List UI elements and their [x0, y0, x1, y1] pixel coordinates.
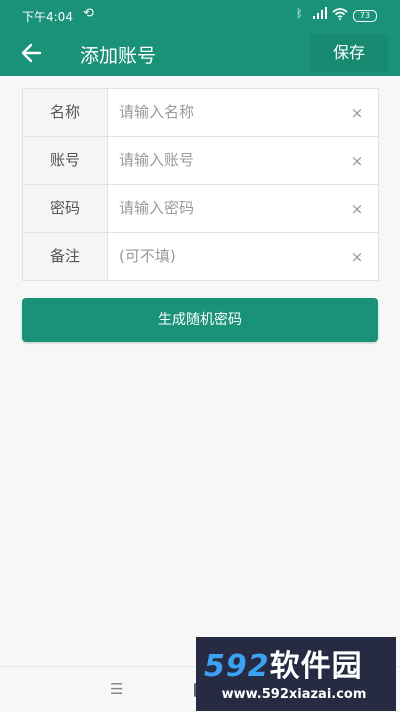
note-label: 备注: [23, 233, 108, 280]
bluetooth-icon: ᛒ: [296, 7, 303, 20]
password-input[interactable]: [119, 195, 339, 221]
clear-icon[interactable]: ×: [345, 245, 369, 269]
generate-password-button[interactable]: 生成随机密码: [22, 298, 378, 342]
signal-icon: [313, 7, 327, 19]
status-time: 下午4:04: [22, 10, 73, 24]
watermark-logo: 592软件园: [204, 641, 363, 685]
watermark: 592软件园 www.592xiazai.com: [196, 637, 396, 711]
form-row-account: 账号 ×: [23, 137, 378, 185]
name-input[interactable]: [119, 99, 339, 125]
sync-off-icon: ⟲: [83, 6, 94, 21]
arrow-left-icon[interactable]: [18, 40, 46, 66]
account-form: 名称 × 账号 × 密码 × 备注 ×: [22, 88, 379, 281]
clear-icon[interactable]: ×: [345, 149, 369, 173]
watermark-name: 软件园: [269, 649, 363, 684]
clear-icon[interactable]: ×: [345, 197, 369, 221]
toolbar: 添加账号 保存: [0, 30, 400, 76]
menu-icon[interactable]: ☰: [110, 680, 123, 698]
save-button[interactable]: 保存: [310, 34, 388, 72]
battery-indicator: 73: [353, 10, 377, 22]
account-input[interactable]: [119, 147, 339, 173]
name-label: 名称: [23, 89, 108, 136]
account-label: 账号: [23, 137, 108, 184]
form-row-name: 名称 ×: [23, 89, 378, 137]
note-input[interactable]: [119, 243, 339, 269]
form-row-note: 备注 ×: [23, 233, 378, 280]
watermark-url: www.592xiazai.com: [221, 687, 367, 702]
page-title: 添加账号: [80, 45, 157, 67]
form-row-password: 密码 ×: [23, 185, 378, 233]
password-label: 密码: [23, 185, 108, 232]
clear-icon[interactable]: ×: [345, 101, 369, 125]
status-bar: 下午4:04 ⟲ ᛒ 73: [0, 0, 400, 30]
watermark-number: 592: [204, 649, 270, 684]
wifi-icon: [332, 8, 348, 20]
